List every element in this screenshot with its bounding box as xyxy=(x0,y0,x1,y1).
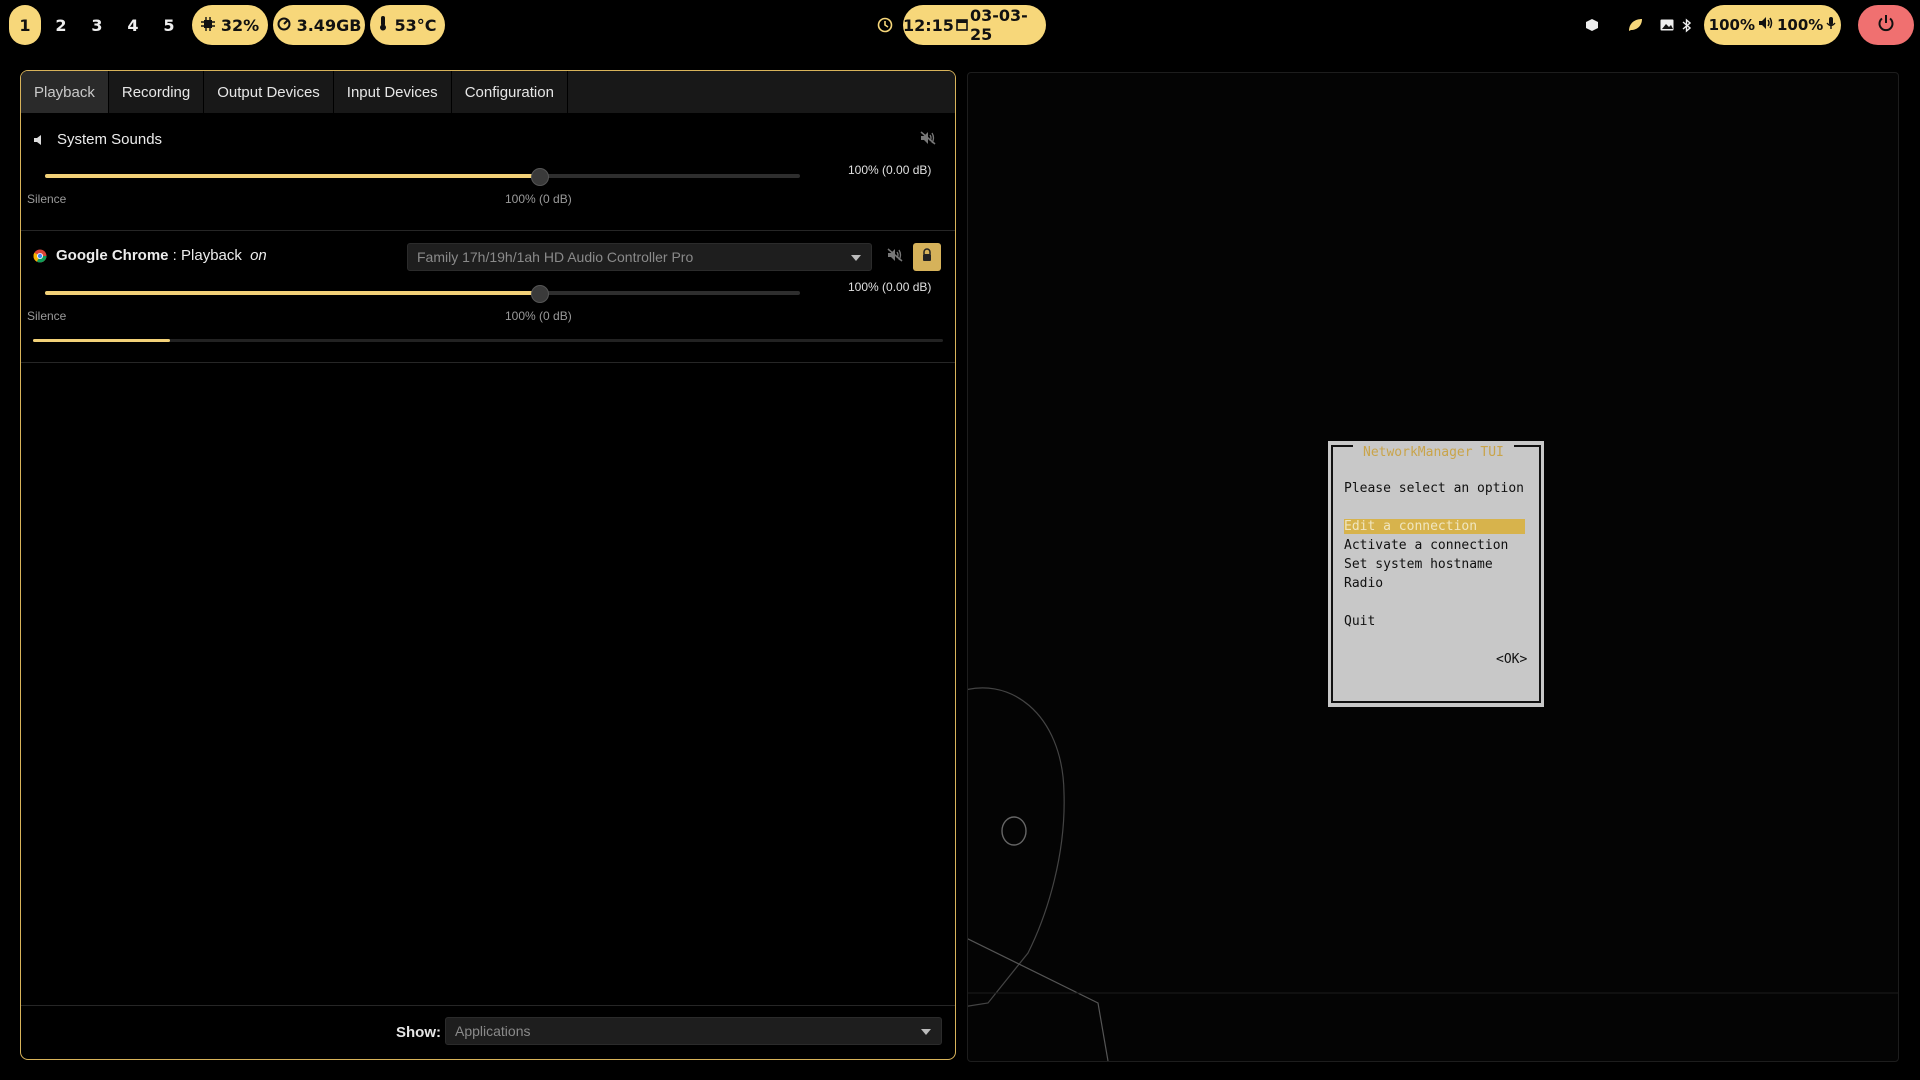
clock-date: 03-03-25 xyxy=(969,6,1028,44)
nmtui-ok-button[interactable]: <OK> xyxy=(1496,652,1527,667)
chrome-app-name: Google Chrome xyxy=(56,247,169,264)
lock-icon xyxy=(921,247,933,267)
pavucontrol-window: Playback Recording Output Devices Input … xyxy=(20,70,956,1060)
show-label: Show: xyxy=(396,1024,441,1041)
chrome-stream-title: Google Chrome : Playback on xyxy=(56,247,267,264)
chrome-level-meter-fill xyxy=(33,339,170,342)
show-filter-select[interactable]: Applications xyxy=(445,1017,942,1045)
package-icon[interactable] xyxy=(1581,5,1603,45)
system-sounds-label: System Sounds xyxy=(57,131,163,148)
bluetooth-icon[interactable] xyxy=(1679,5,1693,45)
chrome-output-device-select[interactable]: Family 17h/19h/1ah HD Audio Controller P… xyxy=(407,243,872,271)
lock-channels-button[interactable] xyxy=(913,243,941,271)
leaf-icon[interactable] xyxy=(1624,5,1646,45)
cpu-usage: 32% xyxy=(220,15,260,35)
temperature-value: 53°C xyxy=(394,15,437,35)
chrome-output-device-value: Family 17h/19h/1ah HD Audio Controller P… xyxy=(417,249,694,265)
workspace-4-button[interactable]: 4 xyxy=(117,5,149,45)
clock-icon xyxy=(874,5,896,45)
temperature-widget[interactable]: 53°C xyxy=(370,5,445,45)
chrome-level-meter xyxy=(33,339,943,342)
chevron-down-icon xyxy=(851,255,861,261)
mic-level: 100% xyxy=(1777,16,1824,34)
chrome-volume-value: 100% (0.00 dB) xyxy=(848,280,932,294)
microphone-icon xyxy=(1826,16,1836,34)
mute-icon xyxy=(920,130,936,150)
mute-system-sounds-button[interactable] xyxy=(914,126,942,154)
system-sounds-100-label: 100% (0 dB) xyxy=(505,192,572,206)
cpu-widget[interactable]: 32% xyxy=(192,5,268,45)
system-sounds-volume-value: 100% (0.00 dB) xyxy=(848,163,932,177)
cpu-icon xyxy=(200,16,215,35)
image-icon[interactable] xyxy=(1656,5,1678,45)
chrome-stream-name: Playback xyxy=(181,247,242,264)
workspace-1-button[interactable]: 1 xyxy=(9,5,41,45)
memory-usage: 3.49GB xyxy=(296,15,362,35)
chrome-volume-knob[interactable] xyxy=(531,285,549,303)
nmtui-option-quit[interactable]: Quit xyxy=(1344,614,1375,629)
nmtui-prompt: Please select an option xyxy=(1344,481,1525,496)
show-filter-value: Applications xyxy=(455,1023,531,1039)
memory-widget[interactable]: 3.49GB xyxy=(273,5,365,45)
power-button[interactable] xyxy=(1858,5,1914,45)
calendar-icon xyxy=(956,16,968,35)
chrome-icon xyxy=(33,249,47,268)
tab-playback[interactable]: Playback xyxy=(21,71,109,113)
chrome-on-label: on xyxy=(250,247,267,264)
nmtui-option-activate-connection[interactable]: Activate a connection xyxy=(1344,538,1508,553)
audio-widget[interactable]: 100% 100% xyxy=(1704,5,1841,45)
speaker-icon xyxy=(1758,16,1774,34)
chrome-volume-slider[interactable] xyxy=(45,291,800,295)
speaker-small-icon xyxy=(33,133,45,151)
nmtui-title: NetworkManager TUI xyxy=(1353,445,1514,460)
stream-separator xyxy=(21,230,955,231)
stream-separator xyxy=(21,362,955,363)
nmtui-option-radio[interactable]: Radio xyxy=(1344,576,1383,591)
footer-separator xyxy=(21,1005,955,1006)
tab-recording[interactable]: Recording xyxy=(109,71,205,113)
system-sounds-volume-fill xyxy=(45,174,539,178)
tab-input-devices[interactable]: Input Devices xyxy=(334,71,452,113)
power-icon xyxy=(1877,14,1895,37)
system-sounds-silence-label: Silence xyxy=(27,192,67,206)
system-sounds-volume-slider[interactable] xyxy=(45,174,800,178)
nmtui-option-set-hostname[interactable]: Set system hostname xyxy=(1344,557,1493,572)
chrome-volume-fill xyxy=(45,291,539,295)
chevron-down-icon xyxy=(921,1029,931,1035)
chrome-100-label: 100% (0 dB) xyxy=(505,309,572,323)
tab-bar: Playback Recording Output Devices Input … xyxy=(21,71,955,113)
system-sounds-volume-knob[interactable] xyxy=(531,168,549,186)
mute-chrome-button[interactable] xyxy=(881,243,909,271)
nmtui-option-edit-connection[interactable]: Edit a connection xyxy=(1344,519,1526,534)
tab-output-devices[interactable]: Output Devices xyxy=(204,71,334,113)
thermometer-icon xyxy=(378,15,388,35)
mute-icon xyxy=(887,247,903,267)
workspace-5-button[interactable]: 5 xyxy=(153,5,185,45)
top-bar: 1 2 3 4 5 32% 3.49GB 53°C 12:15 03-03-25 xyxy=(0,0,1920,50)
clock-widget[interactable]: 12:15 03-03-25 xyxy=(903,5,1046,45)
chrome-silence-label: Silence xyxy=(27,309,67,323)
chrome-title-separator: : xyxy=(168,247,182,264)
tab-configuration[interactable]: Configuration xyxy=(452,71,568,113)
nmtui-dialog: NetworkManager TUI Please select an opti… xyxy=(1328,441,1544,707)
volume-level: 100% xyxy=(1708,16,1755,34)
workspace-2-button[interactable]: 2 xyxy=(45,5,77,45)
workspace-3-button[interactable]: 3 xyxy=(81,5,113,45)
clock-time: 12:15 xyxy=(903,15,954,35)
memory-icon xyxy=(277,16,291,35)
